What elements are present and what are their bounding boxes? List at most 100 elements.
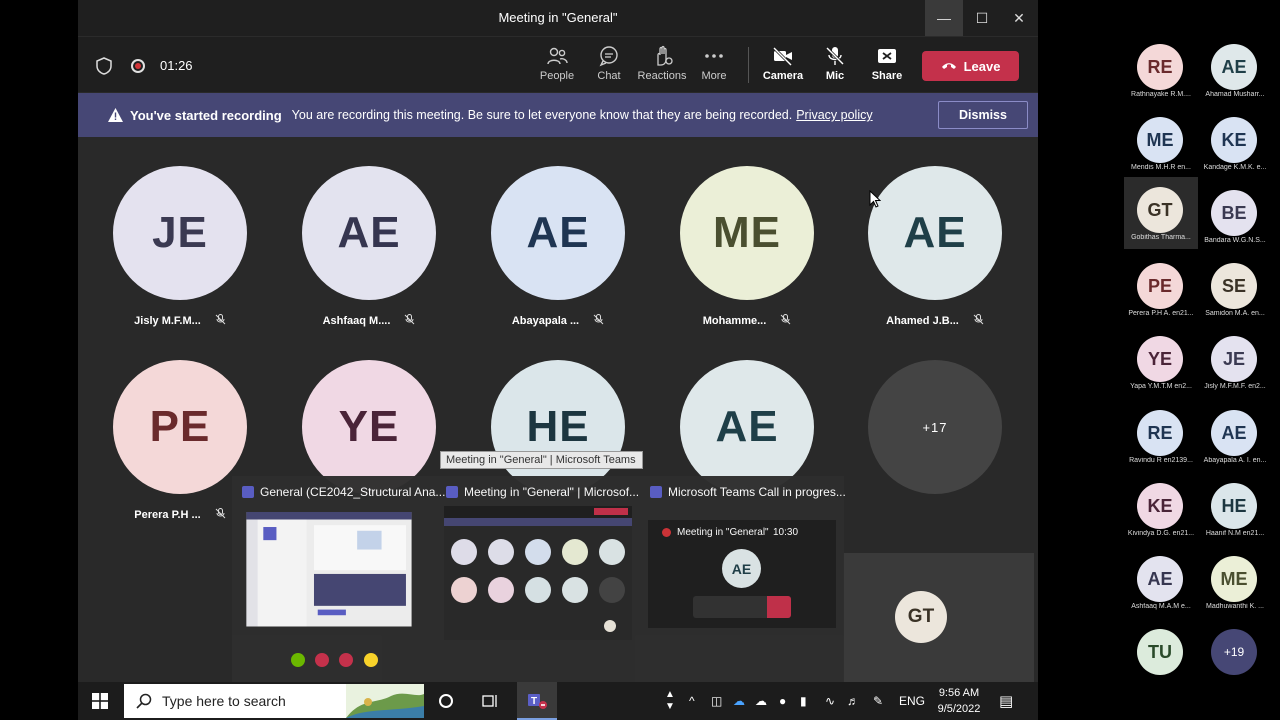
svg-text:T: T <box>531 696 537 707</box>
side-participant[interactable]: JE Jisly M.F.M.F. en2... <box>1198 326 1272 398</box>
side-participant[interactable]: BE Bandara W.G.N.S... <box>1198 180 1272 252</box>
side-name: Ashfaaq M.A.M e... <box>1131 603 1191 610</box>
side-participant[interactable]: RE Rathnayake R.M.... <box>1124 34 1198 106</box>
participant-avatar: YE <box>302 360 436 494</box>
participant-tile[interactable]: AE Ashfaaq M.... <box>299 166 439 336</box>
side-avatar: BE <box>1211 190 1257 236</box>
side-avatar: AE <box>1211 44 1257 90</box>
device-icon[interactable]: ◫ <box>711 694 722 708</box>
dismiss-button[interactable]: Dismiss <box>938 101 1028 129</box>
participant-avatar: AE <box>680 360 814 494</box>
participant-avatar: HE <box>491 360 625 494</box>
side-participant-selected[interactable]: GT Gobithas Tharma... <box>1124 177 1198 249</box>
reactions-button[interactable]: Reactions <box>634 45 690 89</box>
participant-name-row: Perera P.H ... <box>110 508 250 521</box>
side-participant[interactable]: TU <box>1124 619 1198 691</box>
more-participants-tile[interactable]: +17 <box>865 360 1005 530</box>
preview-item-call[interactable]: Microsoft Teams Call in progres... Meeti… <box>640 476 846 682</box>
side-participant[interactable]: AE Abayapala A. I. en... <box>1198 400 1272 472</box>
teams-taskbar-button[interactable]: T <box>517 682 557 720</box>
language-indicator[interactable]: ENG <box>899 694 925 708</box>
people-button[interactable]: People <box>529 45 585 89</box>
participant-avatar: PE <box>113 360 247 494</box>
participant-tile[interactable]: ME Mohamme... <box>677 166 817 336</box>
participant-tile[interactable]: AE Ahamed J.B... <box>865 166 1005 336</box>
more-participants-count: +17 <box>868 360 1002 494</box>
preview-item-general[interactable]: General (CE2042_Structural Ana... <box>232 476 445 682</box>
preview-item-meeting[interactable]: Meeting in "General" | Microsof... <box>436 476 640 682</box>
side-participant[interactable]: AE Ahamad Musharr... <box>1198 34 1272 106</box>
camera-button[interactable]: Camera <box>755 45 811 89</box>
pen-icon[interactable]: ✎ <box>873 694 883 708</box>
side-participant[interactable]: KE Kivindya D.G. en21... <box>1124 473 1198 545</box>
search-highlight-art <box>346 684 424 718</box>
cloud-icon[interactable]: ☁ <box>755 694 767 708</box>
minimize-button[interactable]: — <box>925 0 963 36</box>
task-view-button[interactable] <box>470 682 510 720</box>
scroll-arrows[interactable]: ▲ ▼ <box>663 682 677 720</box>
share-button[interactable]: Share <box>859 45 915 89</box>
participant-name: Ashfaaq M.... <box>322 315 391 327</box>
side-avatar: AE <box>1137 556 1183 602</box>
call-title: Meeting in "General" <box>677 527 769 538</box>
side-name: Madhuwanthi K. ... <box>1206 603 1264 610</box>
side-name: Kivindya D.G. en21... <box>1127 530 1195 537</box>
tray-overflow-icon[interactable]: ^ <box>689 694 695 708</box>
participant-name: Ahamed J.B... <box>886 315 959 327</box>
preview-title-row: Microsoft Teams Call in progres... <box>650 485 846 499</box>
participant-avatar: AE <box>868 166 1002 300</box>
mic-button[interactable]: Mic <box>807 45 863 89</box>
onedrive-icon[interactable]: ☁ <box>733 694 745 708</box>
self-view-panel: GT <box>843 553 1034 682</box>
side-participant[interactable]: SE Samidon M.A. en... <box>1198 253 1272 325</box>
privacy-policy-link[interactable]: Privacy policy <box>796 108 872 122</box>
meeting-window-thumbnail <box>444 506 632 640</box>
windows-taskbar: Type here to search T ▲ ▼ ^ ◫ ☁ ☁ ● ▮ ∿ ♬… <box>78 682 1038 720</box>
volume-icon[interactable]: ♬ <box>847 694 859 708</box>
banner-title: You've started recording <box>130 107 282 123</box>
side-participant[interactable]: KE Kandage K.M.K. e... <box>1198 107 1272 179</box>
close-button[interactable]: ✕ <box>1000 0 1038 36</box>
wifi-icon[interactable]: ∿ <box>825 694 835 708</box>
recording-dot-icon <box>662 528 671 537</box>
leave-label: Leave <box>963 58 1001 74</box>
side-participant[interactable]: HE Haanif N.M en21... <box>1198 473 1272 545</box>
mic-label: Mic <box>825 70 845 82</box>
taskbar-search-box[interactable]: Type here to search <box>124 684 424 718</box>
cortana-button[interactable] <box>426 682 466 720</box>
chat-button[interactable]: Chat <box>581 45 637 89</box>
mic-muted-icon <box>780 314 791 325</box>
participant-avatar: JE <box>113 166 247 300</box>
participant-name-row: Abayapala ... <box>488 314 628 327</box>
side-participant[interactable]: YE Yapa Y.M.T.M en2... <box>1124 326 1198 398</box>
start-button[interactable] <box>78 682 122 720</box>
leave-button[interactable]: Leave <box>922 51 1019 81</box>
participant-tile[interactable]: JE Jisly M.F.M... <box>110 166 250 336</box>
chat-icon <box>599 46 618 67</box>
maximize-button[interactable]: ☐ <box>963 0 1001 36</box>
camera-off-icon <box>772 46 793 67</box>
more-button[interactable]: More <box>686 45 742 89</box>
side-avatar: TU <box>1137 629 1183 675</box>
side-name: Perera P.H A. en21... <box>1128 310 1194 317</box>
participant-tile[interactable]: PE Perera P.H ... <box>110 360 250 530</box>
participant-name: Abayapala ... <box>511 315 580 327</box>
notifications-icon[interactable]: ▤ <box>999 692 1013 710</box>
side-participant[interactable]: RE Ravindu R en2139... <box>1124 400 1198 472</box>
side-avatar: JE <box>1211 336 1257 382</box>
call-hangup-button[interactable] <box>767 596 791 618</box>
side-participant[interactable]: ME Madhuwanthi K. ... <box>1198 546 1272 618</box>
taskbar-clock[interactable]: 9:56 AM 9/5/2022 <box>936 685 982 717</box>
side-participant[interactable]: ME Mendis M.H.R en... <box>1124 107 1198 179</box>
side-participant[interactable]: PE Perera P.H A. en21... <box>1124 253 1198 325</box>
side-more-participants[interactable]: +19 <box>1198 619 1272 691</box>
participant-tile[interactable]: AE Abayapala ... <box>488 166 628 336</box>
recording-icon <box>131 59 145 73</box>
windows-logo-icon <box>92 693 108 709</box>
side-participant[interactable]: AE Ashfaaq M.A.M e... <box>1124 546 1198 618</box>
mic-muted-icon <box>215 314 226 325</box>
microphone-icon[interactable]: ● <box>779 694 786 708</box>
battery-icon[interactable]: ▮ <box>800 694 807 708</box>
side-avatar: AE <box>1211 410 1257 456</box>
call-avatar: AE <box>722 549 761 588</box>
